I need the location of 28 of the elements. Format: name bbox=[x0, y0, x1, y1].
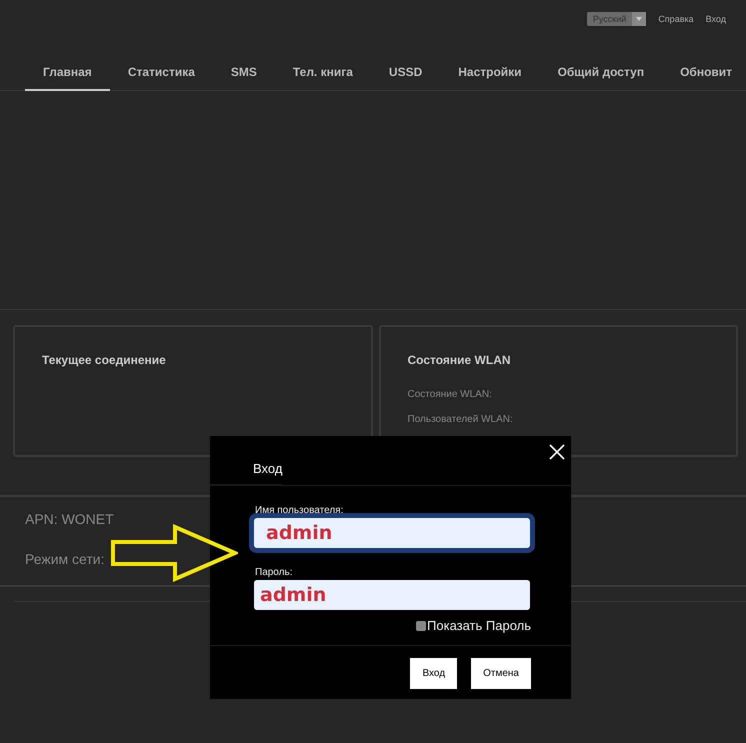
nav-tab[interactable]: Статистика bbox=[110, 65, 213, 91]
header-link[interactable]: Вход bbox=[706, 14, 726, 24]
nav-tab[interactable]: USSD bbox=[370, 65, 440, 91]
card-row-label: Пользователей WLAN: bbox=[408, 414, 514, 425]
field-label: Имя пользователя: bbox=[255, 505, 344, 516]
card-title: Текущее соединение bbox=[42, 353, 167, 367]
card-title: Состояние WLAN bbox=[408, 353, 512, 367]
nav-tab[interactable]: Общий доступ bbox=[540, 65, 662, 91]
header-link[interactable]: Справка bbox=[658, 14, 694, 24]
arrow-icon bbox=[110, 524, 238, 582]
nav-tab[interactable]: Главная bbox=[25, 65, 110, 91]
checkbox-label: Показать Пароль bbox=[427, 618, 531, 633]
info-text: APN: WONET bbox=[25, 511, 115, 527]
input-field[interactable]: admin bbox=[254, 580, 530, 610]
nav-tab[interactable]: SMS bbox=[212, 65, 275, 91]
dialog-button[interactable]: Вход bbox=[410, 658, 458, 689]
dialog-title: Вход bbox=[210, 436, 282, 485]
dialog-button[interactable]: Отмена bbox=[471, 658, 531, 689]
nav-tab[interactable]: Настройки bbox=[440, 65, 540, 91]
checkbox[interactable] bbox=[416, 620, 426, 630]
close-icon[interactable] bbox=[549, 444, 565, 460]
input-field[interactable]: admin bbox=[254, 518, 530, 548]
caret-icon bbox=[636, 17, 642, 21]
field-label: Пароль: bbox=[255, 567, 292, 578]
nav-tab[interactable]: Обновит bbox=[662, 65, 732, 91]
info-text: Режим сети: bbox=[25, 551, 106, 567]
card-row-label: Состояние WLAN: bbox=[408, 389, 493, 400]
nav-tab[interactable]: Тел. книга bbox=[274, 65, 371, 91]
